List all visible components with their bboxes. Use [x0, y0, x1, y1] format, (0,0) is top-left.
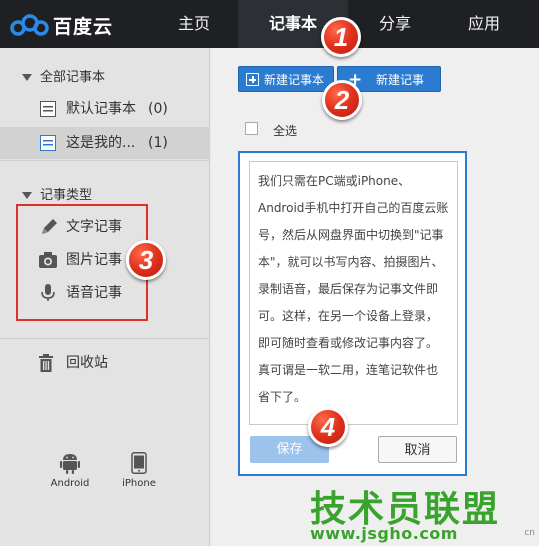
watermark-url: www.jsgho.com: [310, 524, 458, 543]
trash-icon: [39, 354, 53, 372]
step-badge-4: 4: [308, 407, 348, 447]
baidu-cloud-logo[interactable]: 百度云: [6, 8, 126, 40]
trash-label: 回收站: [66, 355, 108, 371]
nav-apps[interactable]: 应用: [460, 0, 508, 48]
sidebar-divider: [0, 338, 210, 339]
notebook-icon: [40, 101, 56, 117]
notebook-count: (0): [148, 101, 168, 117]
select-all-label: 全选: [273, 124, 298, 138]
watermark-suffix: cn: [524, 528, 535, 538]
notebook-icon: [40, 135, 56, 151]
device-label: Android: [50, 478, 90, 489]
note-editor: 我们只需在PC端或iPhone、Android手机中打开自己的百度云账号，然后从…: [238, 151, 467, 476]
nav-home[interactable]: 主页: [168, 0, 220, 48]
step-badge-3: 3: [126, 240, 166, 280]
notebook-count: (1): [148, 135, 168, 151]
nav-share[interactable]: 分享: [372, 0, 418, 48]
new-notebook-button[interactable]: 新建记事本: [238, 66, 334, 92]
android-icon: [60, 454, 80, 474]
iphone-icon: [131, 452, 147, 474]
android-download[interactable]: Android: [40, 452, 100, 489]
top-nav-bar: 百度云 主页 记事本 分享 应用: [0, 0, 539, 48]
note-content-textarea[interactable]: 我们只需在PC端或iPhone、Android手机中打开自己的百度云账号，然后从…: [249, 161, 458, 425]
site-watermark: 技术员联盟 www.jsgho.com cn: [302, 480, 539, 546]
note-types-header[interactable]: 记事类型: [22, 184, 92, 203]
step-badge-2: 2: [322, 80, 362, 120]
collapse-triangle-icon: [22, 74, 32, 81]
main-panel: 新建记事本 + 新建记事 全选 我们只需在PC端或iPhone、Android手…: [211, 48, 539, 546]
add-box-icon: [246, 73, 259, 86]
logo-text: 百度云: [53, 16, 114, 38]
sidebar-item-my-notebook[interactable]: 这是我的... (1): [0, 127, 210, 159]
device-label: iPhone: [122, 478, 156, 489]
collapse-triangle-icon: [22, 192, 32, 199]
cloud-logo-icon: [10, 14, 49, 36]
all-notebooks-header[interactable]: 全部记事本: [22, 66, 105, 85]
cancel-button[interactable]: 取消: [378, 436, 457, 463]
select-all-checkbox[interactable]: [245, 122, 258, 135]
step-badge-1: 1: [321, 17, 361, 57]
iphone-download[interactable]: iPhone: [109, 452, 169, 489]
notebook-label: 这是我的...: [66, 135, 136, 151]
sidebar-item-default-notebook[interactable]: 默认记事本 (0): [0, 93, 210, 125]
sidebar-divider: [0, 160, 210, 161]
notebook-label: 默认记事本: [66, 101, 136, 117]
